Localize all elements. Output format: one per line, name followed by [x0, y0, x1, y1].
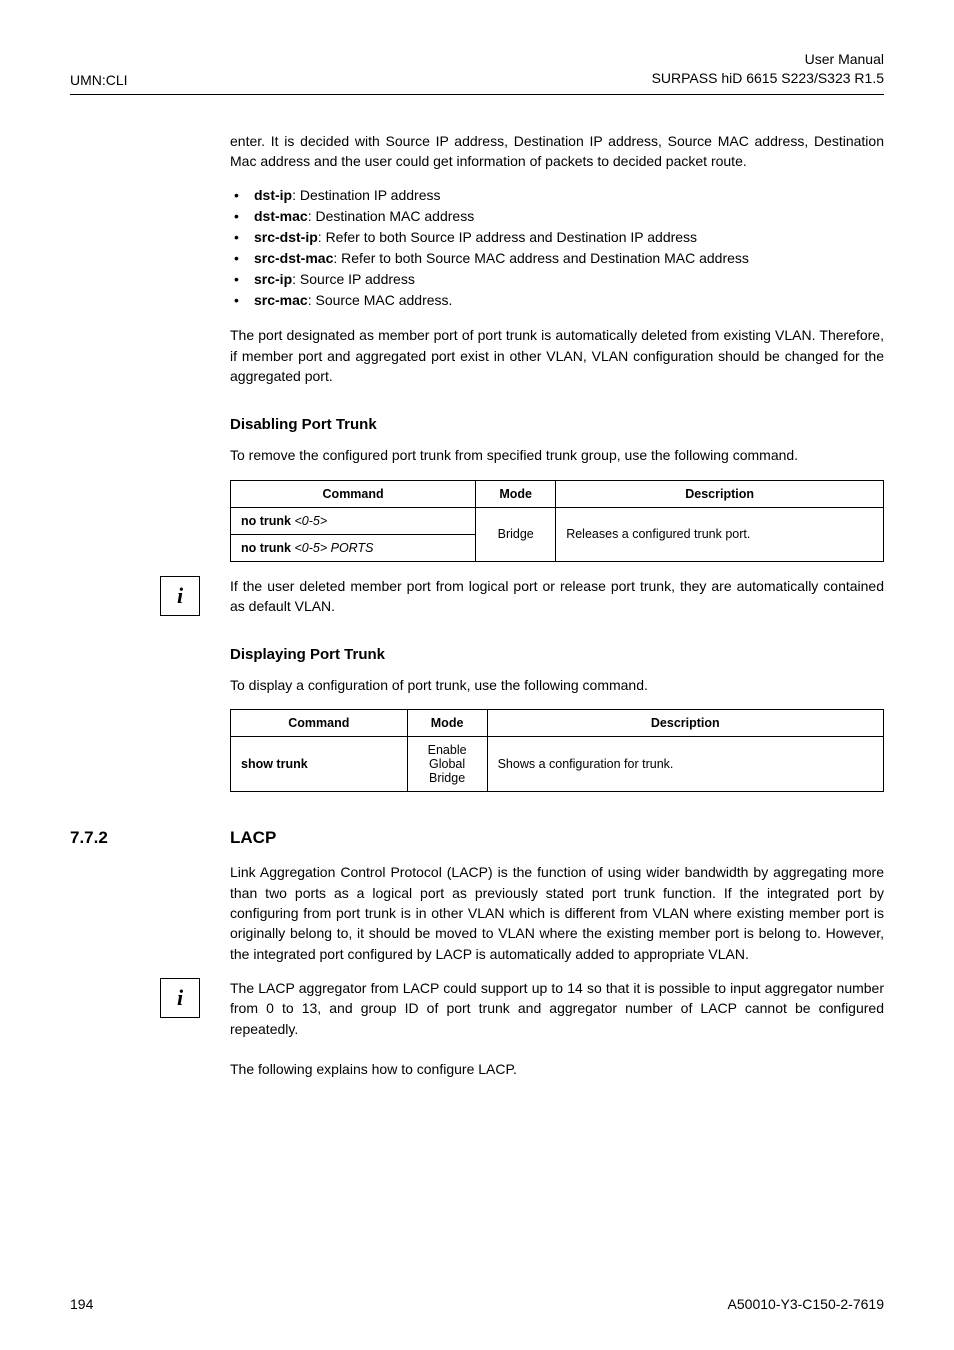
mode-line: Enable [418, 743, 477, 757]
heading-disable-port-trunk: Disabling Port Trunk [230, 416, 884, 433]
bullet-bold: dst-ip [254, 187, 292, 203]
table-row: show trunk Enable Global Bridge Shows a … [231, 737, 884, 792]
table-header-row: Command Mode Description [231, 480, 884, 507]
after-bullets-paragraph: The port designated as member port of po… [230, 325, 884, 386]
table-cell-command: no trunk <0-5> PORTS [231, 534, 476, 561]
bullet-bold: src-mac [254, 292, 308, 308]
section-name: LACP [230, 828, 276, 847]
lacp-paragraph: Link Aggregation Control Protocol (LACP)… [230, 862, 884, 963]
table-cell-command: show trunk [231, 737, 408, 792]
list-item: src-ip: Source IP address [230, 269, 884, 290]
bullet-tail: : Destination IP address [292, 187, 440, 203]
display-paragraph: To display a configuration of port trunk… [230, 675, 884, 695]
list-item: src-dst-mac: Refer to both Source MAC ad… [230, 248, 884, 269]
document-code: A50010-Y3-C150-2-7619 [728, 1296, 884, 1312]
table-cell-mode: Bridge [476, 507, 556, 561]
table-header: Description [556, 480, 884, 507]
info-icon: i [160, 576, 200, 616]
bullet-bold: src-dst-ip [254, 229, 318, 245]
cmd-italic: <0-5> [294, 541, 330, 555]
cmd-italic: PORTS [331, 541, 374, 555]
info-icon: i [160, 978, 200, 1018]
list-item: src-mac: Source MAC address. [230, 290, 884, 311]
table-disable-trunk: Command Mode Description no trunk <0-5> … [230, 480, 884, 562]
bullet-bold: src-ip [254, 271, 292, 287]
header-right-line1: User Manual [652, 50, 884, 69]
table-header: Mode [476, 480, 556, 507]
page-footer: 194 A50010-Y3-C150-2-7619 [70, 1296, 884, 1312]
header-right-line2: SURPASS hiD 6615 S223/S323 R1.5 [652, 69, 884, 88]
bullet-bold: dst-mac [254, 208, 308, 224]
table-header: Mode [407, 710, 487, 737]
table-header-row: Command Mode Description [231, 710, 884, 737]
section-title: 7.7.2 LACP [230, 828, 884, 848]
bullet-list: dst-ip: Destination IP address dst-mac: … [230, 185, 884, 311]
table-header: Command [231, 710, 408, 737]
bullet-tail: : Refer to both Source IP address and De… [318, 229, 697, 245]
table-header: Description [487, 710, 883, 737]
cmd-bold: no trunk [241, 541, 294, 555]
cmd-italic: <0-5> [294, 514, 327, 528]
table-cell-command: no trunk <0-5> [231, 507, 476, 534]
page-header: UMN:CLI User Manual SURPASS hiD 6615 S22… [70, 50, 884, 95]
section-number: 7.7.2 [70, 828, 108, 848]
table-display-trunk: Command Mode Description show trunk Enab… [230, 709, 884, 792]
header-left: UMN:CLI [70, 72, 128, 88]
mode-line: Bridge [418, 771, 477, 785]
bullet-tail: : Destination MAC address [308, 208, 475, 224]
table-row: no trunk <0-5> Bridge Releases a configu… [231, 507, 884, 534]
bullet-bold: src-dst-mac [254, 250, 333, 266]
note-block: i The LACP aggregator from LACP could su… [160, 978, 884, 1039]
table-cell-mode: Enable Global Bridge [407, 737, 487, 792]
list-item: src-dst-ip: Refer to both Source IP addr… [230, 227, 884, 248]
table-header: Command [231, 480, 476, 507]
mode-line: Global [418, 757, 477, 771]
intro-paragraph: enter. It is decided with Source IP addr… [230, 131, 884, 172]
disable-paragraph: To remove the configured port trunk from… [230, 445, 884, 465]
note-block: i If the user deleted member port from l… [160, 576, 884, 617]
table-cell-description: Shows a configuration for trunk. [487, 737, 883, 792]
table-cell-description: Releases a configured trunk port. [556, 507, 884, 561]
bullet-tail: : Source MAC address. [308, 292, 453, 308]
heading-display-port-trunk: Displaying Port Trunk [230, 646, 884, 663]
list-item: dst-mac: Destination MAC address [230, 206, 884, 227]
bullet-tail: : Source IP address [292, 271, 415, 287]
list-item: dst-ip: Destination IP address [230, 185, 884, 206]
cmd-bold: no trunk [241, 514, 294, 528]
note-text: If the user deleted member port from log… [230, 576, 884, 617]
bullet-tail: : Refer to both Source MAC address and D… [333, 250, 749, 266]
note-text: The LACP aggregator from LACP could supp… [230, 978, 884, 1039]
page-number: 194 [70, 1296, 93, 1312]
header-right: User Manual SURPASS hiD 6615 S223/S323 R… [652, 50, 884, 88]
closing-paragraph: The following explains how to configure … [230, 1059, 884, 1079]
